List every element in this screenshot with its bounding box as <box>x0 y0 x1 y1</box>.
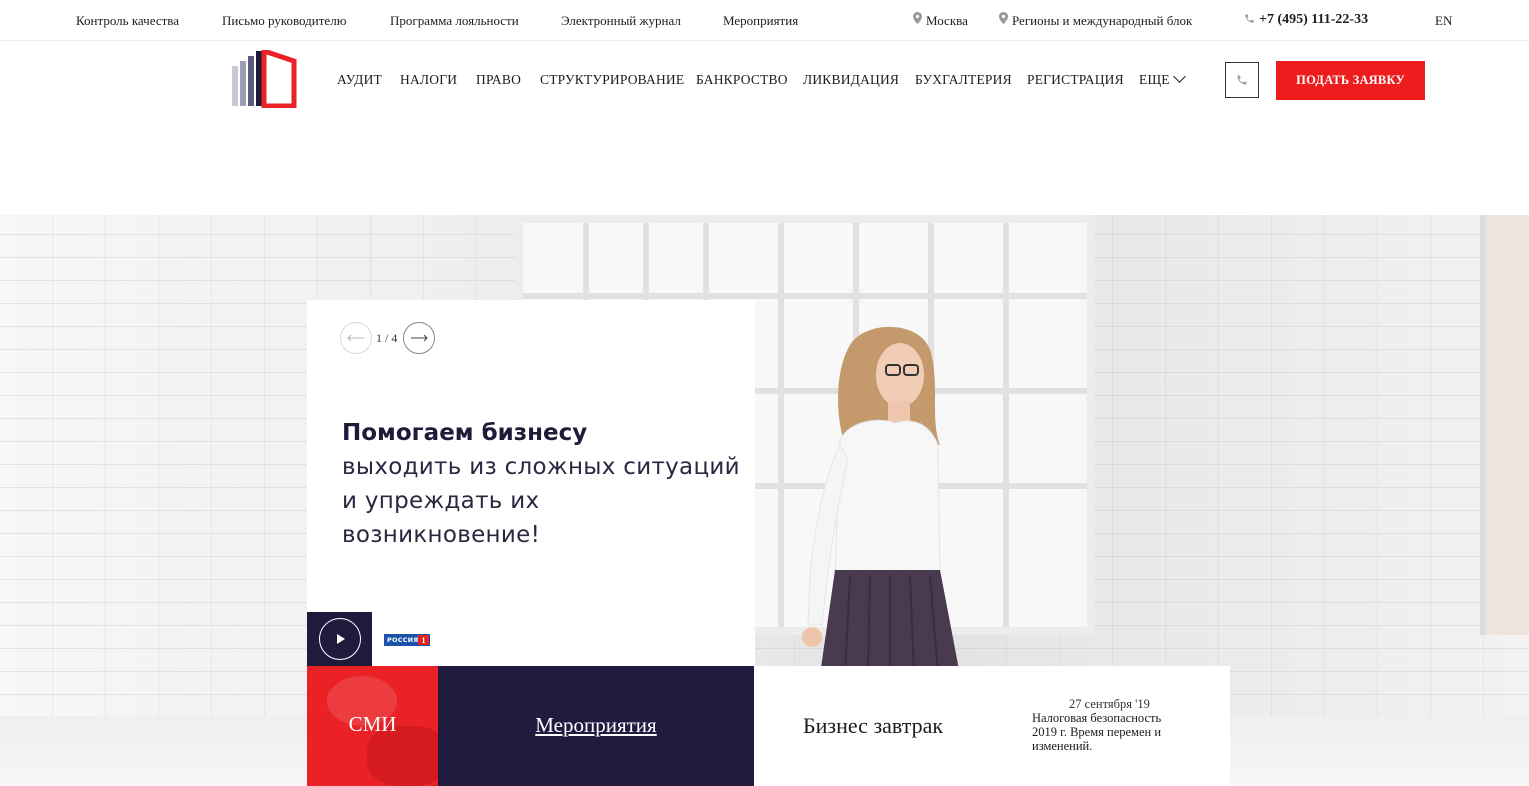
slide-headline: Помогаем бизнесу выходить из сложных сит… <box>342 417 752 552</box>
slide-headline-bold: Помогаем бизнесу <box>342 420 588 446</box>
tv-channel-logo: РОССИЯ 1 <box>384 634 430 646</box>
company-logo[interactable] <box>231 50 297 108</box>
nav-law[interactable]: ПРАВО <box>476 72 521 88</box>
tile-events[interactable]: Мероприятия <box>438 666 754 786</box>
slider-prev-button[interactable] <box>340 322 372 354</box>
play-icon <box>336 634 345 644</box>
play-circle <box>318 618 361 660</box>
nav-liquidation[interactable]: ЛИКВИДАЦИЯ <box>803 72 899 88</box>
nav-registration[interactable]: РЕГИСТРАЦИЯ <box>1027 72 1124 88</box>
tv-channel-number: 1 <box>418 635 429 645</box>
submit-application-button[interactable]: ПОДАТЬ ЗАЯВКУ <box>1276 61 1425 100</box>
arrow-left-icon <box>347 334 364 342</box>
nav-more-label: ЕЩЕ <box>1139 72 1170 87</box>
event-description: Налоговая безопасность 2019 г. Время пер… <box>1032 711 1162 753</box>
language-switch[interactable]: EN <box>1435 13 1452 29</box>
topbar-link-quality[interactable]: Контроль качества <box>76 13 179 29</box>
tile-media-label: СМИ <box>348 712 397 736</box>
nav-taxes[interactable]: НАЛОГИ <box>400 72 457 88</box>
tile-media[interactable]: СМИ <box>307 666 438 786</box>
slider-next-button[interactable] <box>403 322 435 354</box>
topbar-link-letter[interactable]: Письмо руководителю <box>222 13 346 29</box>
phone-icon <box>1237 75 1247 85</box>
topbar-link-loyalty[interactable]: Программа лояльности <box>390 13 519 29</box>
slide-headline-line: возникновение! <box>342 522 541 548</box>
location-pin-icon <box>999 12 1008 24</box>
top-bar: Контроль качества Письмо руководителю Пр… <box>0 0 1529 41</box>
nav-audit[interactable]: АУДИТ <box>337 72 382 88</box>
video-play-button[interactable] <box>307 612 372 666</box>
tile-business-breakfast[interactable]: Бизнес завтрак 27 сентября '19 Налоговая… <box>754 666 1230 786</box>
topbar-link-events[interactable]: Мероприятия <box>723 13 798 29</box>
city-selector[interactable]: Москва <box>926 13 968 29</box>
nav-bankruptcy[interactable]: БАНКРОСТВО <box>696 72 788 88</box>
slide-headline-line: выходить из сложных ситуаций <box>342 454 740 480</box>
tile-events-link[interactable]: Мероприятия <box>438 713 754 738</box>
woman-photo <box>802 326 960 675</box>
tv-channel-name: РОССИЯ <box>387 636 419 644</box>
nav-structuring[interactable]: СТРУКТУРИРОВАНИЕ <box>540 72 684 88</box>
topbar-link-journal[interactable]: Электронный журнал <box>561 13 681 29</box>
slider-counter: 1 / 4 <box>376 331 398 345</box>
event-date: 27 сентября '19 <box>1069 697 1150 711</box>
nav-accounting[interactable]: БУХГАЛТЕРИЯ <box>915 72 1012 88</box>
regions-link[interactable]: Регионы и международный блок <box>1012 13 1192 29</box>
nav-more[interactable]: ЕЩЕ <box>1139 70 1186 88</box>
chevron-down-icon <box>1172 70 1186 83</box>
slide-headline-line: и упреждать их <box>342 488 540 514</box>
arrow-right-icon <box>411 334 428 342</box>
location-pin-icon <box>913 12 922 24</box>
phone-icon <box>1245 14 1254 23</box>
phone-number[interactable]: +7 (495) 111-22-33 <box>1259 12 1368 28</box>
tile-breakfast-label: Бизнес завтрак <box>803 713 944 738</box>
callback-button[interactable] <box>1225 62 1259 98</box>
background-right-window <box>1480 215 1529 635</box>
